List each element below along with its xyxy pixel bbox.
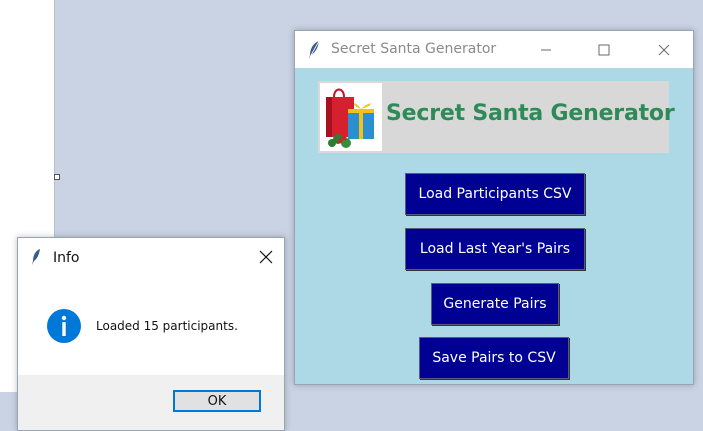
banner: Secret Santa Generator — [318, 81, 675, 153]
info-icon — [47, 309, 81, 343]
resize-handle[interactable] — [54, 174, 60, 180]
main-window: Secret Santa Generator Secret Santa Gene… — [294, 30, 694, 385]
banner-title: Secret Santa Generator — [386, 101, 675, 126]
minimize-button[interactable] — [523, 31, 569, 68]
load-last-year-pairs-button[interactable]: Load Last Year's Pairs — [405, 228, 585, 270]
dialog-footer: OK — [18, 375, 284, 430]
feather-icon — [309, 40, 320, 59]
info-dialog: Info Loaded 15 participants. OK — [17, 237, 285, 431]
dialog-message: Loaded 15 participants. — [96, 319, 238, 333]
dialog-close-button[interactable] — [256, 247, 276, 267]
maximize-button[interactable] — [581, 31, 627, 68]
load-participants-button[interactable]: Load Participants CSV — [405, 173, 585, 215]
gift-image — [320, 83, 382, 151]
dialog-title: Info — [53, 250, 80, 266]
close-icon — [658, 44, 670, 55]
window-title: Secret Santa Generator — [331, 41, 497, 57]
ok-button[interactable]: OK — [173, 390, 261, 412]
close-button[interactable] — [641, 31, 687, 68]
feather-icon — [32, 249, 40, 265]
close-icon — [259, 250, 273, 264]
title-bar[interactable]: Secret Santa Generator — [295, 31, 693, 68]
save-pairs-button[interactable]: Save Pairs to CSV — [419, 337, 569, 379]
maximize-icon — [598, 44, 610, 55]
minimize-icon — [541, 49, 551, 50]
gift-icon — [326, 88, 374, 148]
generate-pairs-button[interactable]: Generate Pairs — [431, 283, 559, 325]
